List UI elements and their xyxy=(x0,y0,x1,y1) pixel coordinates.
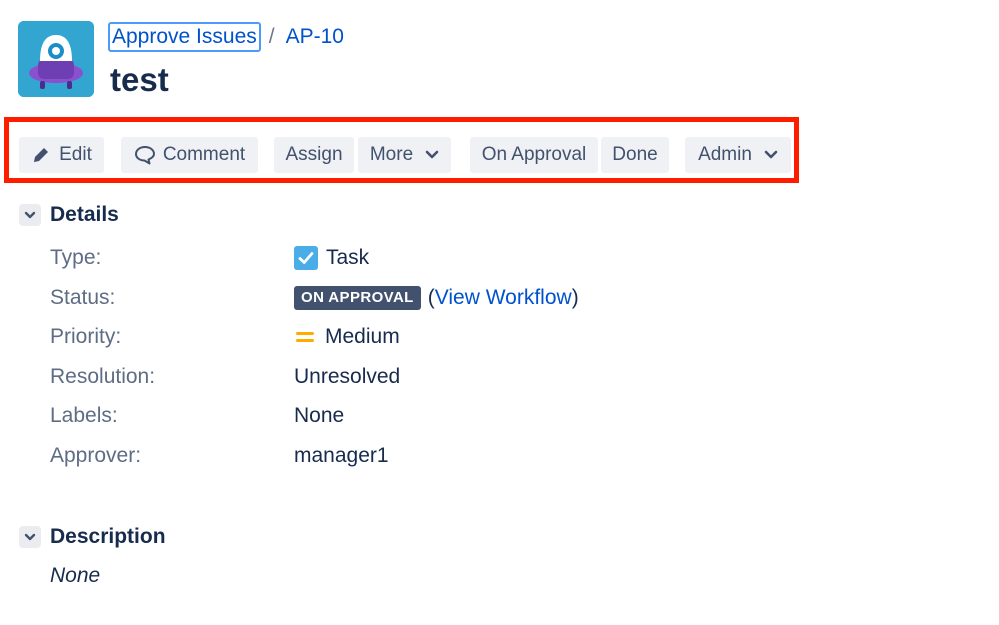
description-collapse-toggle[interactable] xyxy=(19,526,41,548)
breadcrumb-issue-link[interactable]: AP-10 xyxy=(286,25,344,49)
status-label: Status: xyxy=(50,286,116,309)
approver-label: Approver: xyxy=(50,444,142,467)
breadcrumb-project-link[interactable]: Approve Issues xyxy=(108,22,261,52)
resolution-value: Unresolved xyxy=(294,365,401,388)
resolution-label: Resolution: xyxy=(50,365,156,388)
chevron-down-icon xyxy=(24,211,36,219)
details-collapse-toggle[interactable] xyxy=(19,204,41,226)
status-value: ON APPROVAL ( View Workflow ) xyxy=(294,285,579,311)
priority-value: Medium xyxy=(294,324,400,350)
issue-title[interactable]: test xyxy=(110,58,169,102)
description-heading: Description xyxy=(50,525,166,548)
status-badge: ON APPROVAL xyxy=(294,286,421,310)
view-workflow-link[interactable]: View Workflow xyxy=(435,285,572,311)
labels-value[interactable]: None xyxy=(294,403,344,429)
priority-label: Priority: xyxy=(50,325,122,348)
labels-label: Labels: xyxy=(50,404,118,427)
details-heading: Details xyxy=(50,203,119,226)
description-value[interactable]: None xyxy=(50,563,100,589)
priority-value-text: Medium xyxy=(325,325,400,348)
toolbar-highlight-box xyxy=(4,117,799,183)
approver-value: manager1 xyxy=(294,444,389,467)
project-avatar-icon[interactable] xyxy=(18,21,94,97)
breadcrumb-separator: / xyxy=(268,25,275,48)
priority-medium-icon xyxy=(296,332,314,342)
chevron-down-icon xyxy=(24,533,36,541)
task-checkbox-icon xyxy=(294,246,318,270)
type-label: Type: xyxy=(50,246,102,269)
type-value-text: Task xyxy=(326,246,370,269)
workflow-paren-open: ( xyxy=(427,286,435,309)
workflow-paren-close: ) xyxy=(571,286,579,309)
type-value: Task xyxy=(294,245,369,271)
breadcrumb: Approve Issues / AP-10 xyxy=(108,22,344,52)
